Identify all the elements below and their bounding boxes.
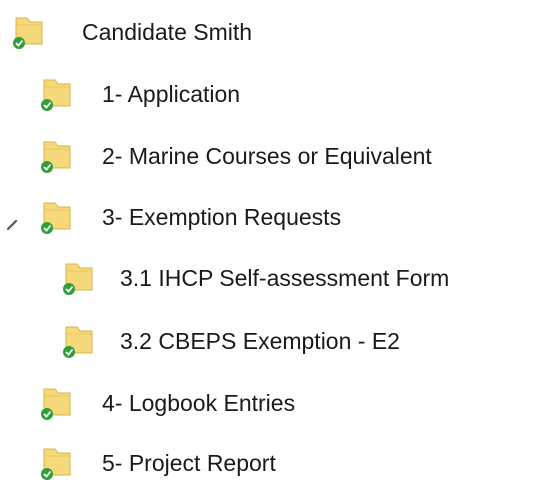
tree-item-label: 3- Exemption Requests — [102, 204, 342, 230]
tree-item-label: 3.1 IHCP Self-assessment Form — [120, 265, 450, 291]
synced-folder-icon — [38, 138, 76, 174]
tree-item-label: 1- Application — [102, 81, 241, 107]
tree-item-label: 2- Marine Courses or Equivalent — [102, 143, 432, 169]
synced-folder-icon — [38, 76, 76, 112]
tree-item-logbook-entries[interactable]: 4- Logbook Entries — [38, 383, 295, 423]
tree-item-cbeps-exemption[interactable]: 3.2 CBEPS Exemption - E2 — [60, 321, 400, 361]
folder-tree: Candidate Smith 1- Application 2- Marine… — [0, 0, 545, 481]
synced-folder-icon — [38, 385, 76, 421]
tree-item-label: Candidate Smith — [82, 19, 253, 45]
tree-item-project-report[interactable]: 5- Project Report — [38, 443, 276, 483]
tree-item-label: 4- Logbook Entries — [102, 390, 296, 416]
synced-folder-icon — [60, 260, 98, 296]
tree-item-label: 5- Project Report — [102, 450, 276, 476]
expanded-chevron-icon[interactable] — [6, 219, 18, 231]
synced-folder-icon — [38, 445, 76, 481]
synced-folder-icon — [10, 14, 48, 50]
tree-item-application[interactable]: 1- Application — [38, 74, 240, 114]
tree-item-exemption-requests[interactable]: 3- Exemption Requests — [38, 197, 341, 237]
tree-item-ihcp-self-assessment[interactable]: 3.1 IHCP Self-assessment Form — [60, 258, 449, 298]
synced-folder-icon — [60, 323, 98, 359]
tree-item-label: 3.2 CBEPS Exemption - E2 — [120, 328, 400, 354]
synced-folder-icon — [38, 199, 76, 235]
tree-item-candidate-smith[interactable]: Candidate Smith — [10, 12, 252, 52]
tree-item-marine-courses[interactable]: 2- Marine Courses or Equivalent — [38, 136, 432, 176]
